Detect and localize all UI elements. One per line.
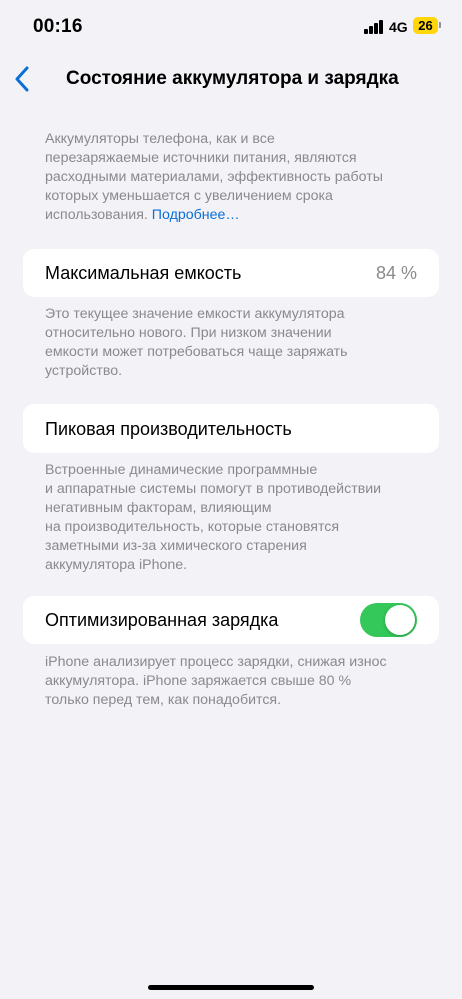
intro-line-last: использования. Подробнее…	[45, 206, 425, 225]
footnote-line: Это текущее значение емкости аккумулятор…	[45, 306, 345, 322]
home-indicator[interactable]	[148, 985, 314, 990]
intro-line: расходными материалами, эффективность ра…	[45, 169, 383, 185]
footnote-line: аккумулятора. iPhone заряжается свыше 80…	[45, 673, 352, 689]
optimized-charging-row: Оптимизированная зарядка	[23, 596, 439, 644]
footnote-line: заметными из-за химического старения	[45, 538, 307, 554]
chevron-left-icon	[15, 66, 29, 92]
peak-performance-footnote: Встроенные динамические программные и ап…	[45, 461, 425, 575]
navigation-bar: Состояние аккумулятора и зарядка	[0, 56, 462, 100]
footnote-line: устройство.	[45, 363, 123, 379]
intro-line: которых уменьшается с увеличением срока	[45, 188, 333, 204]
max-capacity-row: Максимальная емкость 84 %	[23, 249, 439, 297]
peak-performance-label: Пиковая производительность	[45, 419, 292, 439]
max-capacity-value: 84 %	[375, 263, 417, 283]
footnote-line: только перед тем, как понадобится.	[45, 692, 282, 708]
back-button[interactable]	[12, 66, 34, 92]
status-bar: 00:16 4G 26	[0, 0, 462, 56]
footnote-line: негативным факторам, влияющим	[45, 500, 272, 516]
intro-text: Аккумуляторы телефона, как и все перезар…	[45, 130, 425, 225]
intro-line: перезаряжаемые источники питания, являют…	[45, 150, 357, 166]
footnote-line: относительно нового. При низком значении	[45, 325, 332, 341]
footnote-line: iPhone анализирует процесс зарядки, сниж…	[45, 654, 387, 670]
learn-more-link[interactable]: Подробнее…	[152, 207, 240, 223]
toggle-knob	[385, 605, 415, 635]
cellular-signal-icon	[364, 20, 384, 34]
page-title: Состояние аккумулятора и зарядка	[66, 68, 399, 89]
status-time: 00:16	[33, 16, 83, 37]
network-type: 4G	[389, 19, 408, 35]
optimized-charging-footnote: iPhone анализирует процесс зарядки, сниж…	[45, 653, 425, 710]
footnote-line: емкости может потребоваться чаще заряжат…	[45, 344, 348, 360]
battery-icon: 26	[413, 17, 438, 34]
footnote-line: и аппаратные системы помогут в противоде…	[45, 481, 382, 497]
optimized-charging-label: Оптимизированная зарядка	[45, 610, 279, 630]
battery-nub	[439, 22, 441, 28]
footnote-line: Встроенные динамические программные	[45, 462, 318, 478]
footnote-line: на производительность, которые становятс…	[45, 519, 340, 535]
battery-level: 26	[418, 18, 433, 33]
intro-line: использования.	[45, 207, 148, 223]
max-capacity-footnote: Это текущее значение емкости аккумулятор…	[45, 305, 425, 381]
footnote-line: аккумулятора iPhone.	[45, 557, 188, 573]
optimized-charging-toggle[interactable]	[360, 603, 417, 637]
intro-line: Аккумуляторы телефона, как и все	[45, 131, 275, 147]
peak-performance-row[interactable]: Пиковая производительность	[23, 404, 439, 453]
max-capacity-label: Максимальная емкость	[45, 263, 242, 283]
